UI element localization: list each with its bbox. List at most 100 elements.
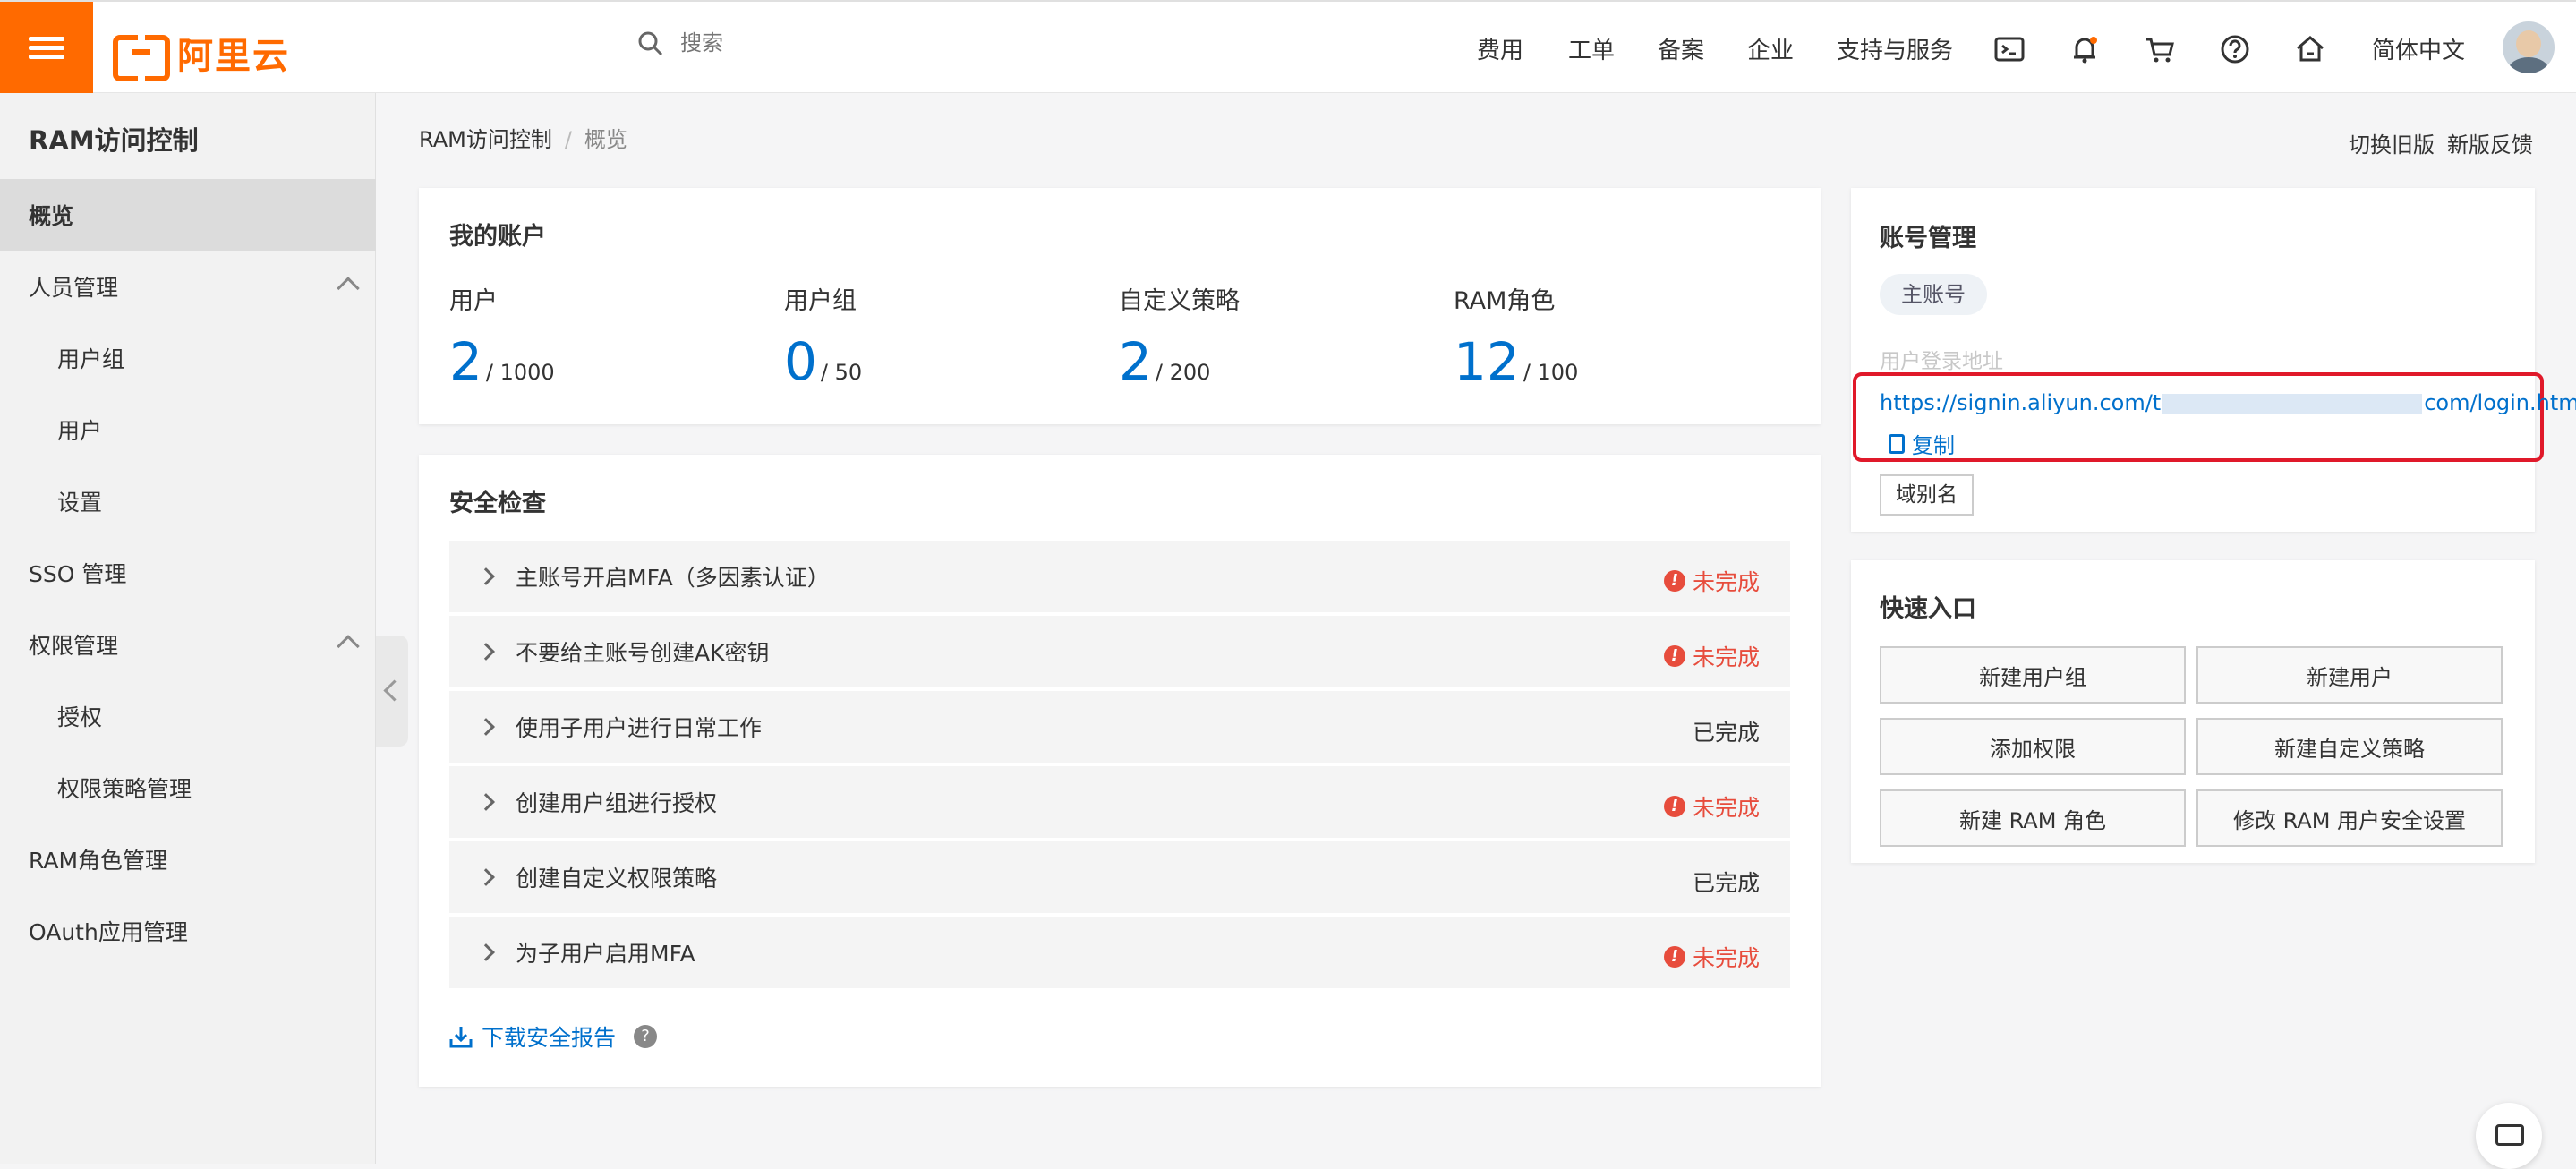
status-text: 未完成 (1692, 569, 1760, 595)
security-item[interactable]: 创建用户组进行授权! 未完成 (449, 766, 1790, 838)
status-badge: 已完成 (1693, 866, 1760, 898)
breadcrumb-separator: / (564, 127, 572, 152)
security-item[interactable]: 主账号开启MFA（多因素认证）! 未完成 (449, 541, 1790, 612)
stat-value: 2 (449, 331, 482, 392)
nav-tickets[interactable]: 工单 (1568, 32, 1615, 65)
login-url-prefix: https://signin.aliyun.com/t (1880, 390, 2162, 415)
copy-icon (1889, 433, 1905, 454)
login-url-suffix: com/login.htm (2424, 390, 2576, 415)
menu-icon[interactable] (0, 2, 93, 93)
security-item[interactable]: 不要给主账号创建AK密钥! 未完成 (449, 616, 1790, 687)
account-management-title: 账号管理 (1880, 225, 1976, 252)
sidebar-item-grant[interactable]: 授权 (0, 680, 376, 752)
sidebar-item-label: 用户 (57, 418, 103, 444)
nav-support[interactable]: 支持与服务 (1837, 32, 1953, 65)
security-item[interactable]: 创建自定义权限策略 已完成 (449, 841, 1790, 913)
bell-icon[interactable] (2069, 34, 2100, 64)
question-icon[interactable]: ? (634, 1025, 658, 1048)
status-text: 已完成 (1692, 870, 1760, 896)
home-icon[interactable] (2295, 34, 2325, 64)
chevron-up-icon (337, 277, 360, 300)
download-report-link[interactable]: 下载安全报告 ? (449, 1020, 658, 1053)
terminal-icon[interactable] (1994, 34, 2025, 64)
security-check-title: 安全检查 (449, 490, 546, 517)
my-account-title: 我的账户 (449, 223, 546, 251)
stat-policies[interactable]: 2/ 200 (1119, 331, 1210, 392)
feedback-link[interactable]: 新版反馈 (2447, 127, 2533, 158)
new-custom-policy-button[interactable]: 新建自定义策略 (2196, 718, 2503, 775)
sidebar-item-oauth[interactable]: OAuth应用管理 (0, 895, 376, 967)
nav-enterprise[interactable]: 企业 (1747, 32, 1794, 65)
sidebar-item-roles[interactable]: RAM角色管理 (0, 823, 376, 895)
sidebar-item-policies[interactable]: 权限策略管理 (0, 752, 376, 823)
new-user-group-button[interactable]: 新建用户组 (1880, 646, 2186, 704)
new-ram-role-button[interactable]: 新建 RAM 角色 (1880, 789, 2186, 847)
ram-user-security-settings-button[interactable]: 修改 RAM 用户安全设置 (2196, 789, 2503, 847)
login-url-label: 用户登录地址 (1880, 350, 2003, 373)
warning-icon: ! (1663, 570, 1685, 592)
help-icon[interactable] (2220, 34, 2250, 64)
language-switch[interactable]: 简体中文 (2372, 32, 2465, 65)
login-url-link[interactable]: https://signin.aliyun.com/t com/login.htm (1880, 390, 2576, 415)
stat-label-roles: RAM角色 (1454, 287, 1556, 315)
sidebar-item-people[interactable]: 人员管理 (0, 251, 376, 322)
stat-label-policies: 自定义策略 (1119, 287, 1240, 315)
download-report-label: 下载安全报告 (482, 1025, 617, 1051)
sidebar-item-overview[interactable]: 概览 (0, 179, 376, 251)
quick-entry-title: 快速入口 (1880, 595, 1976, 623)
chat-button[interactable] (2476, 1103, 2542, 1169)
sidebar-item-label: RAM角色管理 (29, 848, 168, 874)
aliyun-logo-icon (113, 35, 170, 81)
sidebar-item-users[interactable]: 用户 (0, 394, 376, 465)
switch-old-version-link[interactable]: 切换旧版 (2349, 127, 2435, 158)
domain-alias-button[interactable]: 域别名 (1880, 474, 1974, 516)
breadcrumb-root[interactable]: RAM访问控制 (419, 127, 552, 152)
stat-label-groups: 用户组 (784, 287, 857, 315)
stat-groups[interactable]: 0/ 50 (784, 331, 862, 392)
main-account-badge: 主账号 (1880, 274, 1987, 315)
sidebar-item-label: OAuth应用管理 (29, 919, 188, 945)
security-item[interactable]: 使用子用户进行日常工作 已完成 (449, 691, 1790, 763)
sidebar-item-permissions[interactable]: 权限管理 (0, 609, 376, 680)
stat-total: / 1000 (485, 360, 555, 385)
stat-total: / 100 (1523, 360, 1579, 385)
sidebar-item-groups[interactable]: 用户组 (0, 322, 376, 394)
new-user-button[interactable]: 新建用户 (2196, 646, 2503, 704)
sidebar-item-sso[interactable]: SSO 管理 (0, 537, 376, 609)
search-bar[interactable] (637, 30, 1056, 57)
highlight-box (1853, 372, 2544, 462)
add-permission-button[interactable]: 添加权限 (1880, 718, 2186, 775)
security-item-label: 创建自定义权限策略 (516, 866, 718, 892)
top-bar: 阿里云 费用 工单 备案 企业 支持与服务 简体中文 (0, 0, 2576, 93)
status-badge: ! 未完成 (1663, 941, 1760, 973)
sidebar-item-settings[interactable]: 设置 (0, 465, 376, 537)
copy-button[interactable]: 复制 (1889, 428, 1955, 459)
status-text: 已完成 (1692, 720, 1760, 746)
cart-icon[interactable] (2145, 34, 2175, 64)
status-text: 未完成 (1692, 644, 1760, 670)
status-badge: 已完成 (1693, 715, 1760, 747)
avatar[interactable] (2503, 21, 2555, 73)
security-item-label: 主账号开启MFA（多因素认证） (516, 565, 830, 591)
status-badge: ! 未完成 (1663, 640, 1760, 672)
logo[interactable]: 阿里云 (113, 27, 290, 81)
stat-users[interactable]: 2/ 1000 (449, 331, 555, 392)
stat-value: 0 (784, 331, 817, 392)
status-badge: ! 未完成 (1663, 790, 1760, 823)
stat-roles[interactable]: 12/ 100 (1454, 331, 1578, 392)
sidebar-item-label: 人员管理 (29, 275, 119, 301)
nav-fees[interactable]: 费用 (1477, 32, 1523, 65)
logo-text: 阿里云 (177, 36, 290, 77)
nav-icp[interactable]: 备案 (1658, 32, 1704, 65)
sidebar-item-label: 授权 (57, 704, 103, 730)
stat-total: / 50 (820, 360, 863, 385)
copy-label: 复制 (1912, 433, 1955, 458)
breadcrumb: RAM访问控制 / 概览 (419, 122, 627, 153)
stat-value: 12 (1454, 331, 1520, 392)
redacted-text (2162, 394, 2423, 414)
security-item[interactable]: 为子用户启用MFA! 未完成 (449, 917, 1790, 988)
search-input[interactable] (680, 31, 1056, 56)
warning-icon: ! (1663, 645, 1685, 667)
sidebar: RAM访问控制 概览 人员管理 用户组 用户 设置 SSO 管理 权限管理 授权… (0, 93, 376, 1164)
sidebar-collapse-button[interactable] (376, 636, 408, 747)
